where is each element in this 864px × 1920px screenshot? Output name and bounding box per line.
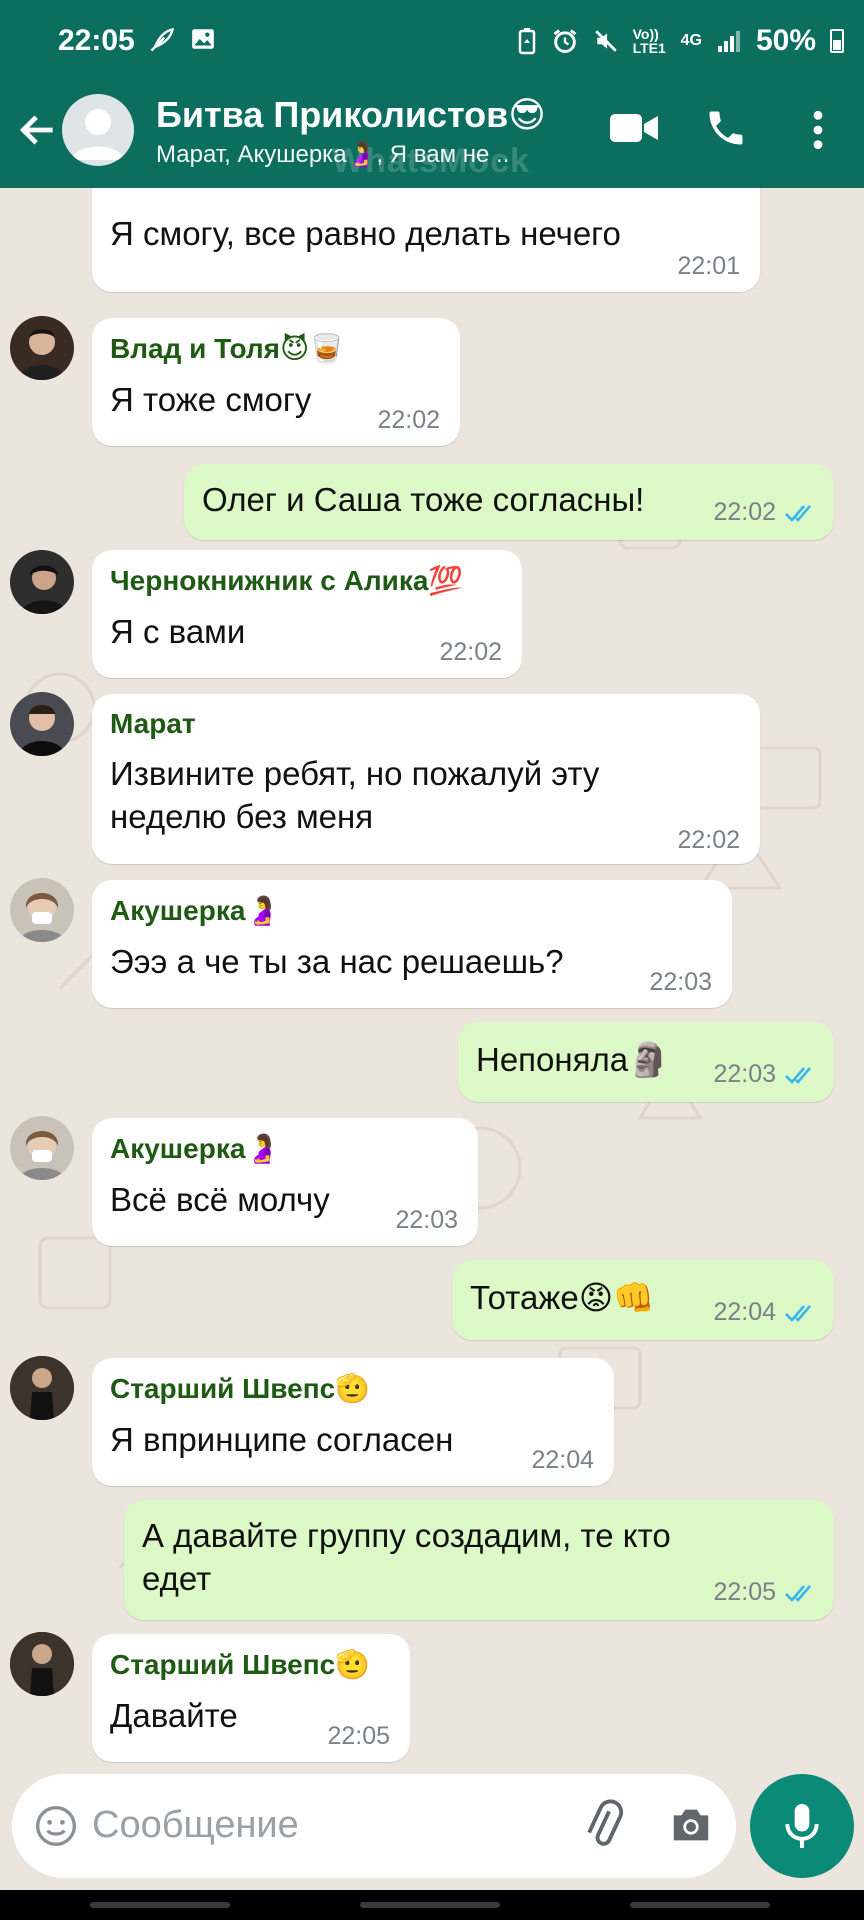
avatar[interactable] [10,692,74,756]
read-ticks-icon [785,505,811,522]
message-incoming[interactable]: Я смогу, все равно делать нечего 22:01 [92,188,760,292]
attach-icon[interactable] [578,1798,630,1854]
chat-area[interactable]: Я смогу, все равно делать нечего 22:01 В… [0,188,864,1768]
message-incoming[interactable]: Старший Швепс🫡 Давайте 22:05 [92,1634,410,1762]
sender-name[interactable]: Марат [110,708,196,740]
chat-header: 22:05 Vo)) LTE1 4G 50% Битва Приколистов… [0,0,864,188]
message-time: 22:04 [713,1298,776,1326]
message-time: 22:02 [713,498,776,526]
avatar[interactable] [10,1632,74,1696]
feather-icon [150,28,174,52]
status-time: 22:05 [58,24,135,57]
message-time: 22:01 [677,252,740,280]
chat-title[interactable]: Битва Приколистов😎 [156,94,546,136]
avatar-photo [18,1131,66,1180]
avatar[interactable] [10,550,74,614]
message-time: 22:05 [327,1722,390,1750]
battery-percent: 50% [755,24,816,57]
message-text: Я смогу, все равно делать нечего [110,215,621,252]
sender-name[interactable]: Старший Швепс🫡 [110,1648,370,1681]
message-text: А давайте группу создадим, те кто [142,1517,671,1554]
avatar[interactable] [10,878,74,942]
avatar-photo [10,1632,74,1696]
avatar-photo [18,705,66,756]
sender-name[interactable]: Акушерка🤰 [110,894,280,927]
avatar[interactable] [10,1116,74,1180]
read-ticks-icon [785,1067,811,1084]
message-text: Я впринципе согласен [110,1421,454,1458]
message-time: 22:02 [677,826,740,854]
sender-name[interactable]: Влад и Толя😈🥃 [110,332,344,365]
message-incoming[interactable]: Марат Извините ребят, но пожалуй эту нед… [92,694,760,864]
message-text: Давайте [110,1697,238,1734]
read-ticks-icon [785,1305,811,1322]
message-text: Всё всё молчу [110,1181,330,1218]
message-incoming[interactable]: Старший Швепс🫡 Я впринципе согласен 22:0… [92,1358,614,1486]
avatar-photo [20,565,68,614]
message-incoming[interactable]: Чернокнижник с Алика💯 Я с вами 22:02 [92,550,522,678]
message-text: Эээ а че ты за нас решаешь? [110,943,564,980]
nav-home[interactable] [360,1902,500,1908]
phone-icon[interactable] [704,106,748,150]
avatar[interactable] [10,1356,74,1420]
message-time: 22:03 [713,1060,776,1088]
sender-name[interactable]: Чернокнижник с Алика💯 [110,564,463,597]
status-bar: 22:05 Vo)) LTE1 4G 50% [0,0,864,86]
avatar-photo [18,329,66,380]
nav-recents[interactable] [90,1902,230,1908]
message-time: 22:02 [377,406,440,434]
message-incoming[interactable]: Акушерка🤰 Эээ а че ты за нас решаешь? 22… [92,880,732,1008]
video-call-icon[interactable] [608,108,660,148]
group-avatar-icon [72,109,124,160]
message-time: 22:04 [531,1446,594,1474]
message-text: Тотаже😡👊 [470,1279,655,1316]
message-time: 22:03 [649,968,712,996]
message-text: едет [142,1560,212,1597]
message-time: 22:05 [713,1578,776,1606]
battery-icon [830,29,844,53]
image-icon [192,29,214,49]
battery-saver-icon [518,28,535,55]
message-incoming[interactable]: Акушерка🤰 Всё всё молчу 22:03 [92,1118,478,1246]
status-left-icons [148,26,216,54]
message-text: неделю без меня [110,798,374,835]
message-text: Олег и Саша тоже согласны! [202,481,645,518]
status-right-icons: Vo)) LTE1 4G 50% [517,24,844,58]
message-input[interactable]: Сообщение [92,1804,299,1847]
back-arrow-icon[interactable] [16,108,60,152]
message-outgoing[interactable]: А давайте группу создадим, те кто едет 2… [124,1500,834,1620]
alarm-icon [553,29,576,53]
mute-icon [594,30,617,52]
signal-icon [717,31,740,52]
group-avatar[interactable] [62,94,134,166]
avatar[interactable] [10,316,74,380]
avatar-photo [10,1356,74,1420]
message-outgoing[interactable]: Олег и Саша тоже согласны! 22:02 [184,464,834,540]
message-text: Я тоже смогу [110,381,312,418]
more-icon[interactable] [804,108,832,152]
nav-back[interactable] [630,1902,770,1908]
message-outgoing[interactable]: Непоняла🗿 22:03 [458,1022,834,1102]
emoji-icon[interactable] [34,1804,78,1848]
message-text: Непоняла🗿 [476,1041,670,1078]
mic-button[interactable] [750,1774,854,1878]
watermark: WhatsMock [332,142,530,180]
message-text: Я с вами [110,613,246,650]
read-ticks-icon [785,1585,811,1602]
message-time: 22:03 [395,1206,458,1234]
message-outgoing[interactable]: Тотаже😡👊 22:04 [452,1260,834,1340]
message-text: Извините ребят, но пожалуй эту [110,755,600,792]
camera-icon[interactable] [668,1802,714,1848]
message-incoming[interactable]: Влад и Толя😈🥃 Я тоже смогу 22:02 [92,318,460,446]
sender-name[interactable]: Акушерка🤰 [110,1132,280,1165]
volte-label: Vo)) LTE1 [632,26,666,56]
avatar-photo [18,893,66,942]
message-time: 22:02 [439,638,502,666]
network-label: 4G [680,32,702,49]
system-nav-bar [0,1890,864,1920]
mic-icon [785,1804,819,1848]
message-input-bar[interactable]: Сообщение [12,1774,736,1878]
sender-name[interactable]: Старший Швепс🫡 [110,1372,370,1405]
